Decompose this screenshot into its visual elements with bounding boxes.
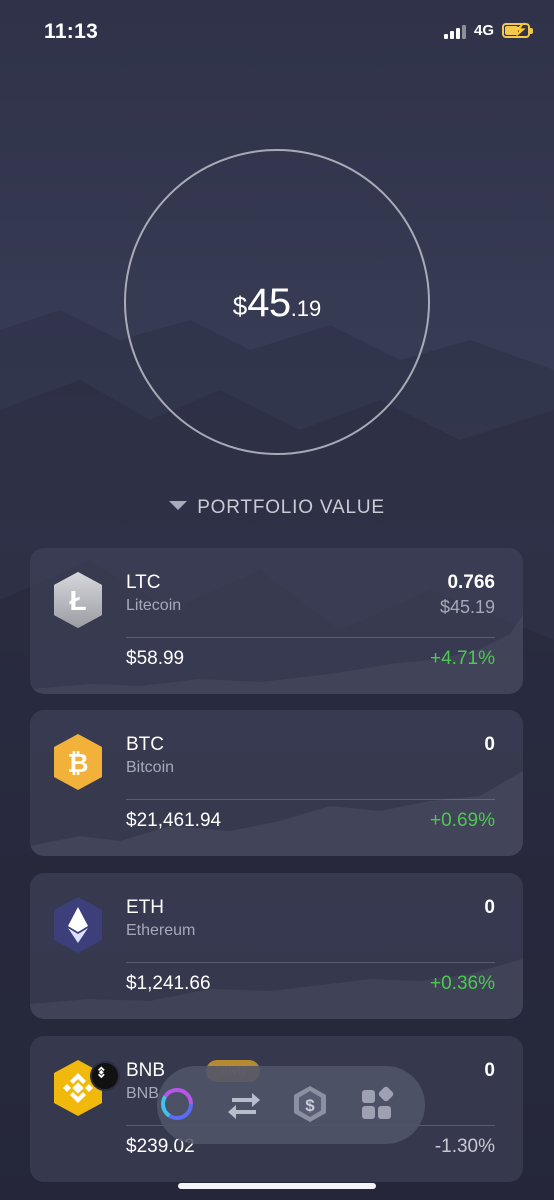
portfolio-value-toggle[interactable]: PORTFOLIO VALUE — [0, 497, 554, 519]
asset-change: +0.36% — [430, 973, 495, 994]
asset-name: Ethereum — [126, 922, 196, 939]
portfolio-tab-icon[interactable] — [157, 1084, 197, 1124]
portfolio-value-ring[interactable]: $45.19 — [124, 149, 430, 455]
exchange-icon[interactable] — [224, 1084, 264, 1124]
status-bar: 11:13 4G ⚡ — [0, 0, 554, 66]
asset-amount: 0 — [484, 734, 495, 755]
asset-card-btc[interactable]: ₿ BTC Bitcoin 0 $21,461.94 +0.69% — [30, 710, 523, 856]
asset-amount: 0 — [484, 897, 495, 918]
asset-price: $58.99 — [126, 648, 185, 669]
asset-amount: 0 — [484, 1060, 495, 1081]
asset-change: +0.69% — [430, 810, 495, 831]
apps-icon[interactable] — [358, 1084, 398, 1124]
svg-text:$: $ — [305, 1096, 315, 1115]
asset-symbol: BTC — [126, 734, 164, 755]
asset-fiat-value: $45.19 — [439, 597, 495, 617]
asset-symbol: LTC — [126, 572, 161, 593]
caret-down-icon — [169, 501, 188, 511]
ethereum-icon — [50, 895, 106, 955]
status-time: 11:13 — [44, 20, 99, 43]
asset-change: -1.30% — [434, 1136, 495, 1157]
asset-name: Bitcoin — [126, 759, 175, 776]
asset-name: BNB — [126, 1085, 159, 1102]
divider — [126, 799, 495, 800]
bnb-chain-badge-icon — [90, 1061, 120, 1091]
earn-icon[interactable]: $ — [290, 1084, 330, 1124]
bitcoin-icon: ₿ — [50, 732, 106, 792]
svg-text:Ł: Ł — [69, 585, 86, 616]
asset-price: $1,241.66 — [126, 973, 211, 994]
network-type: 4G — [473, 22, 494, 39]
home-indicator — [178, 1183, 376, 1189]
asset-card-ltc[interactable]: Ł LTC Litecoin 0.766 $45.19 $58.99 +4.71… — [30, 548, 523, 694]
divider — [126, 962, 495, 963]
asset-name: Litecoin — [126, 597, 182, 614]
portfolio-value: $45.19 — [232, 281, 322, 325]
litecoin-icon: Ł — [50, 570, 106, 630]
signal-icon — [443, 23, 466, 39]
asset-change: +4.71% — [430, 648, 495, 669]
asset-symbol: ETH — [126, 897, 164, 918]
svg-text:₿: ₿ — [67, 748, 88, 778]
asset-price: $21,461.94 — [126, 810, 222, 831]
asset-symbol: BNB — [126, 1060, 166, 1081]
battery-icon: ⚡ — [502, 22, 533, 38]
asset-card-eth[interactable]: ETH Ethereum 0 $1,241.66 +0.36% — [30, 873, 523, 1019]
asset-amount: 0.766 — [447, 572, 495, 593]
divider — [126, 637, 495, 638]
